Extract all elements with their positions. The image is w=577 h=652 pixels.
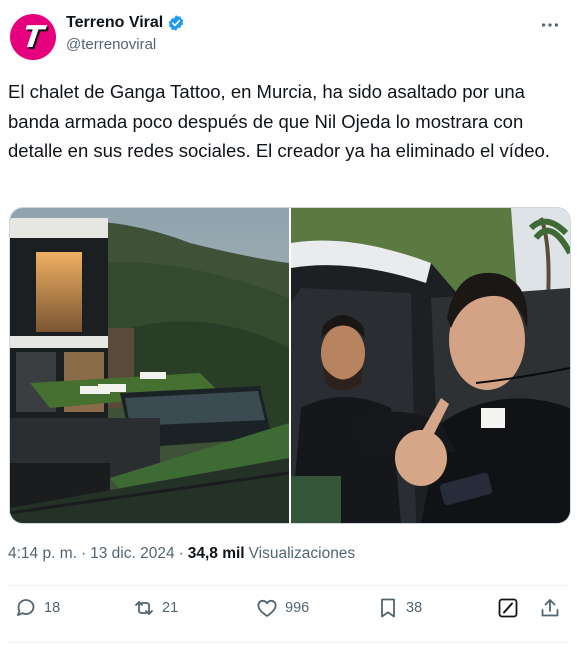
display-name[interactable]: Terreno Viral	[66, 14, 163, 32]
tweet-meta: 4:14 p. m. · 13 dic. 2024 · 34,8 mil Vis…	[8, 545, 355, 563]
more-icon[interactable]	[539, 14, 561, 36]
reply-button[interactable]: 18	[14, 596, 60, 620]
bookmark-icon	[381, 598, 395, 618]
tweet: T Terreno Viral @terrenoviral El chalet …	[0, 0, 577, 652]
divider	[8, 585, 569, 586]
tweet-time[interactable]: 4:14 p. m.	[8, 545, 77, 563]
tweet-date[interactable]: 13 dic. 2024	[90, 545, 174, 563]
handle[interactable]: @terrenoviral	[66, 36, 185, 53]
like-count: 996	[285, 600, 310, 616]
grok-button[interactable]	[496, 596, 520, 620]
bookmark-count: 38	[406, 600, 423, 616]
media-photo-chalet[interactable]	[10, 208, 289, 523]
media-photo-creators[interactable]	[291, 208, 570, 523]
meta-separator: ·	[178, 545, 184, 562]
divider	[8, 642, 569, 643]
tweet-header: T Terreno Viral @terrenoviral	[8, 12, 569, 64]
meta-separator: ·	[80, 545, 87, 562]
tweet-text: El chalet de Ganga Tattoo, en Murcia, ha…	[8, 81, 550, 161]
share-icon	[541, 599, 559, 617]
repost-icon	[135, 601, 153, 615]
repost-count: 21	[162, 600, 179, 616]
views-label: Visualizaciones	[248, 545, 356, 562]
views-count[interactable]: 34,8 mil	[188, 545, 245, 563]
avatar-letter: T	[20, 19, 46, 55]
bookmark-button[interactable]: 38	[376, 596, 422, 620]
author-names: Terreno Viral @terrenoviral	[66, 14, 185, 53]
avatar[interactable]: T	[10, 14, 56, 60]
like-icon	[257, 599, 277, 617]
media-grid	[9, 207, 571, 524]
action-bar: 18 21 996 38	[8, 596, 569, 632]
share-button[interactable]	[538, 596, 562, 620]
grok-icon	[498, 598, 518, 618]
verified-badge-icon	[169, 15, 184, 31]
reply-count: 18	[44, 600, 61, 616]
like-button[interactable]: 996	[255, 596, 309, 620]
repost-button[interactable]: 21	[132, 596, 178, 620]
reply-icon	[17, 599, 35, 616]
